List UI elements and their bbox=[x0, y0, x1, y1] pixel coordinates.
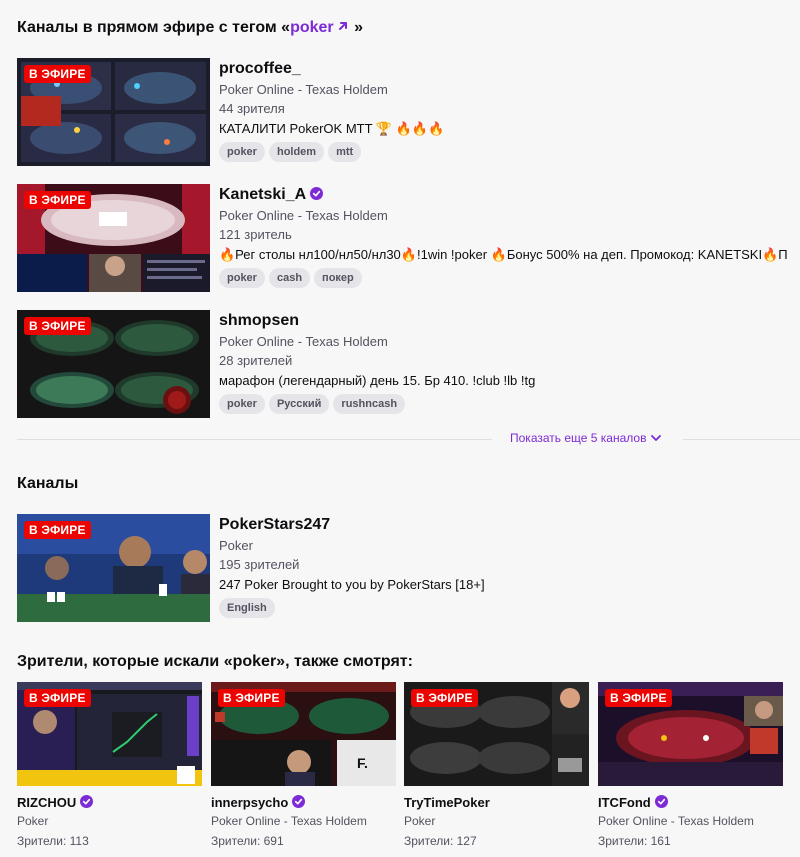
svg-text:F.: F. bbox=[357, 755, 368, 771]
live-badge: В ЭФИРЕ bbox=[218, 689, 285, 707]
live-badge: В ЭФИРЕ bbox=[24, 317, 91, 335]
live-channel-row[interactable]: В ЭФИРЕ shmopsen Poker Online - Texas Ho… bbox=[17, 310, 800, 418]
tag-pill[interactable]: poker bbox=[219, 268, 265, 288]
tag-list: poker cash покер bbox=[219, 268, 800, 288]
channels-heading: Каналы bbox=[17, 475, 79, 492]
stream-thumbnail[interactable]: В ЭФИРЕ bbox=[17, 514, 210, 622]
stream-title: КАТАЛИТИ PokerOK MTT 🏆 🔥🔥🔥 bbox=[219, 121, 445, 136]
viewer-count: 28 зрителей bbox=[219, 353, 293, 368]
stream-thumbnail[interactable]: В ЭФИРЕ bbox=[404, 682, 589, 786]
stream-thumbnail[interactable]: В ЭФИРЕ bbox=[17, 184, 210, 292]
stream-thumbnail[interactable]: В ЭФИРЕ bbox=[17, 310, 210, 418]
channel-info: shmopsen Poker Online - Texas Holdem 28 … bbox=[219, 310, 800, 414]
live-heading-prefix: Каналы в прямом эфире с тегом « bbox=[17, 19, 291, 36]
tag-pill[interactable]: cash bbox=[268, 268, 311, 288]
channel-name[interactable]: Kanetski_A bbox=[219, 184, 800, 206]
verified-badge-icon bbox=[80, 795, 94, 808]
channel-info: procoffee_ Poker Online - Texas Holdem 4… bbox=[219, 58, 800, 162]
live-channels-heading: Каналы в прямом эфире с тегом «poker » bbox=[17, 19, 363, 37]
stream-thumbnail[interactable]: В ЭФИРЕ bbox=[17, 682, 202, 786]
channel-info: Kanetski_A Poker Online - Texas Holdem 1… bbox=[219, 184, 800, 288]
live-badge: В ЭФИРЕ bbox=[24, 191, 91, 209]
external-link-icon bbox=[338, 22, 347, 30]
channel-category[interactable]: Poker Online - Texas Holdem bbox=[598, 814, 754, 828]
viewer-count: Зрители: 691 bbox=[211, 834, 284, 848]
divider-left bbox=[17, 439, 492, 440]
verified-badge-icon bbox=[654, 795, 668, 808]
recommended-card[interactable]: В ЭФИРЕ ITCFond Poker Online - Texas Hol… bbox=[598, 682, 783, 857]
viewer-count: 44 зрителя bbox=[219, 101, 285, 116]
stream-title: 247 Poker Brought to you by PokerStars [… bbox=[219, 577, 485, 592]
channel-name[interactable]: procoffee_ bbox=[219, 58, 800, 80]
live-badge: В ЭФИРЕ bbox=[411, 689, 478, 707]
viewer-count: Зрители: 161 bbox=[598, 834, 671, 848]
channel-category[interactable]: Poker bbox=[17, 814, 48, 828]
chevron-down-icon bbox=[651, 435, 662, 441]
channel-category[interactable]: Poker Online - Texas Holdem bbox=[219, 332, 800, 351]
tag-pill[interactable]: mtt bbox=[328, 142, 362, 162]
channel-category[interactable]: Poker Online - Texas Holdem bbox=[219, 80, 800, 99]
verified-badge-icon bbox=[292, 795, 306, 808]
live-badge: В ЭФИРЕ bbox=[24, 65, 91, 83]
channel-name-text: RIZCHOU bbox=[17, 795, 77, 810]
stream-title: 🔥Рег столы нл100/нл50/нл30🔥!1win !poker … bbox=[219, 247, 788, 262]
tag-list: poker Русский rushncash bbox=[219, 394, 800, 414]
channel-name[interactable]: PokerStars247 bbox=[219, 514, 800, 536]
viewer-count: Зрители: 127 bbox=[404, 834, 477, 848]
channel-name[interactable]: ITCFond bbox=[598, 795, 668, 810]
live-channel-row[interactable]: В ЭФИРЕ Kanetski_A Poker Online - Texas … bbox=[17, 184, 800, 292]
channel-category[interactable]: Poker bbox=[219, 536, 800, 555]
poker-tag-link[interactable]: poker bbox=[290, 19, 350, 36]
channel-name[interactable]: TryTimePoker bbox=[404, 795, 490, 810]
tag-pill[interactable]: English bbox=[219, 598, 275, 618]
live-channel-row[interactable]: В ЭФИРЕ procoffee_ Poker Online - Texas … bbox=[17, 58, 800, 166]
also-watch-heading: Зрители, которые искали «poker», также с… bbox=[17, 653, 413, 670]
tag-list: English bbox=[219, 598, 800, 618]
tag-list: poker holdem mtt bbox=[219, 142, 800, 162]
channel-name-text: innerpsycho bbox=[211, 795, 289, 810]
tag-pill[interactable]: покер bbox=[314, 268, 362, 288]
channel-category[interactable]: Poker Online - Texas Holdem bbox=[219, 206, 800, 225]
stream-thumbnail[interactable]: В ЭФИРЕ bbox=[598, 682, 783, 786]
channel-row[interactable]: В ЭФИРЕ PokerStars247 Poker 195 зрителей… bbox=[17, 514, 800, 622]
channel-category[interactable]: Poker bbox=[404, 814, 435, 828]
tag-link-label: poker bbox=[290, 19, 334, 36]
tag-pill[interactable]: poker bbox=[219, 142, 265, 162]
tag-pill[interactable]: rushncash bbox=[333, 394, 406, 414]
channel-name-text: ITCFond bbox=[598, 795, 651, 810]
live-badge: В ЭФИРЕ bbox=[24, 521, 91, 539]
recommended-card[interactable]: В ЭФИРЕ TryTimePoker Poker Зрители: 127 bbox=[404, 682, 589, 857]
stream-title: марафон (легендарный) день 15. Бр 410. !… bbox=[219, 373, 536, 388]
show-more-button[interactable]: Показать еще 5 каналов bbox=[510, 431, 662, 445]
verified-badge-icon bbox=[310, 187, 324, 200]
channel-name[interactable]: shmopsen bbox=[219, 310, 800, 332]
live-badge: В ЭФИРЕ bbox=[24, 689, 91, 707]
channel-name-text: Kanetski_A bbox=[219, 186, 307, 203]
divider-right bbox=[683, 439, 800, 440]
recommended-card[interactable]: F. В ЭФИРЕ innerpsycho Poker Online - Te… bbox=[211, 682, 396, 857]
stream-thumbnail[interactable]: В ЭФИРЕ bbox=[17, 58, 210, 166]
tag-pill[interactable]: Русский bbox=[268, 394, 330, 414]
show-more-label: Показать еще 5 каналов bbox=[510, 431, 647, 445]
tag-pill[interactable]: poker bbox=[219, 394, 265, 414]
live-heading-suffix: » bbox=[349, 19, 363, 36]
channel-info: PokerStars247 Poker 195 зрителей 247 Pok… bbox=[219, 514, 800, 618]
viewer-count: Зрители: 113 bbox=[17, 834, 89, 848]
channel-category[interactable]: Poker Online - Texas Holdem bbox=[211, 814, 367, 828]
stream-thumbnail[interactable]: F. В ЭФИРЕ bbox=[211, 682, 396, 786]
viewer-count: 195 зрителей bbox=[219, 557, 300, 572]
channel-name[interactable]: RIZCHOU bbox=[17, 795, 94, 810]
viewer-count: 121 зритель bbox=[219, 227, 292, 242]
live-badge: В ЭФИРЕ bbox=[605, 689, 672, 707]
tag-pill[interactable]: holdem bbox=[268, 142, 325, 162]
recommended-card[interactable]: В ЭФИРЕ RIZCHOU Poker Зрители: 113 bbox=[17, 682, 202, 857]
channel-name[interactable]: innerpsycho bbox=[211, 795, 306, 810]
